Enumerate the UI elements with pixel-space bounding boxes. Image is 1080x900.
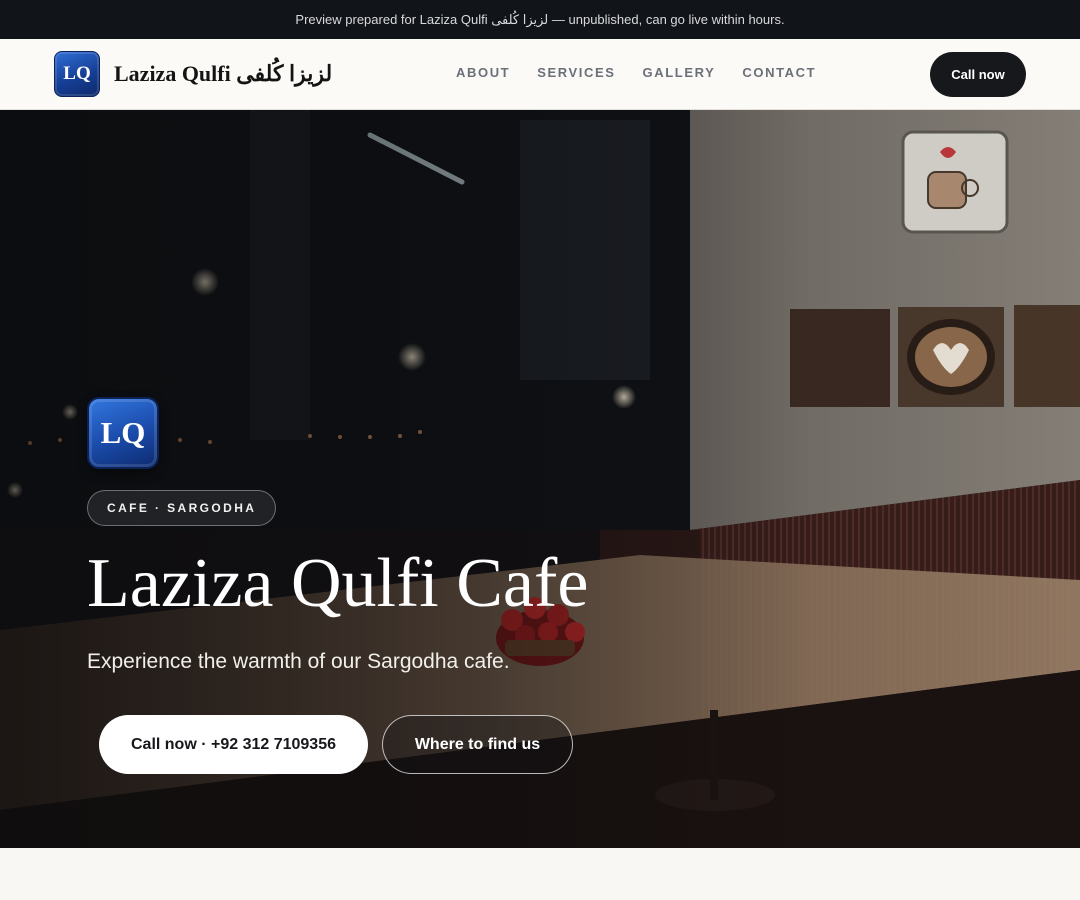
hero-tagline: Experience the warmth of our Sargodha ca…: [87, 650, 510, 673]
hero-logo-initials: LQ: [100, 415, 146, 450]
main-nav: ABOUT SERVICES GALLERY CONTACT: [456, 65, 816, 80]
find-us-button[interactable]: Where to find us: [382, 715, 573, 774]
nav-contact[interactable]: CONTACT: [742, 65, 816, 80]
nav-gallery[interactable]: GALLERY: [643, 65, 716, 80]
nav-services[interactable]: SERVICES: [537, 65, 615, 80]
preview-banner-text: Preview prepared for Laziza Qulfi لزیزا …: [295, 11, 785, 27]
hero-title: Laziza Qulfi Cafe: [87, 545, 589, 622]
brand-link[interactable]: LQ Laziza Qulfi لزیزا کُلفی: [54, 51, 332, 97]
brand-name: Laziza Qulfi لزیزا کُلفی: [114, 61, 333, 86]
call-now-button[interactable]: Call now · +92 312 7109356: [99, 715, 368, 774]
next-section: [0, 848, 1080, 900]
header-call-button[interactable]: Call now: [930, 52, 1026, 97]
preview-banner: Preview prepared for Laziza Qulfi لزیزا …: [0, 0, 1080, 39]
site-header: LQ Laziza Qulfi لزیزا کُلفی ABOUT SERVIC…: [0, 39, 1080, 110]
nav-about[interactable]: ABOUT: [456, 65, 510, 80]
brand-logo: LQ: [54, 51, 100, 97]
category-badge: CAFE · SARGODHA: [87, 490, 277, 526]
hero-section: LQ CAFE · SARGODHA Laziza Qulfi Cafe Exp…: [0, 110, 1080, 848]
hero-logo: LQ: [87, 397, 159, 469]
brand-logo-initials: LQ: [63, 63, 91, 84]
